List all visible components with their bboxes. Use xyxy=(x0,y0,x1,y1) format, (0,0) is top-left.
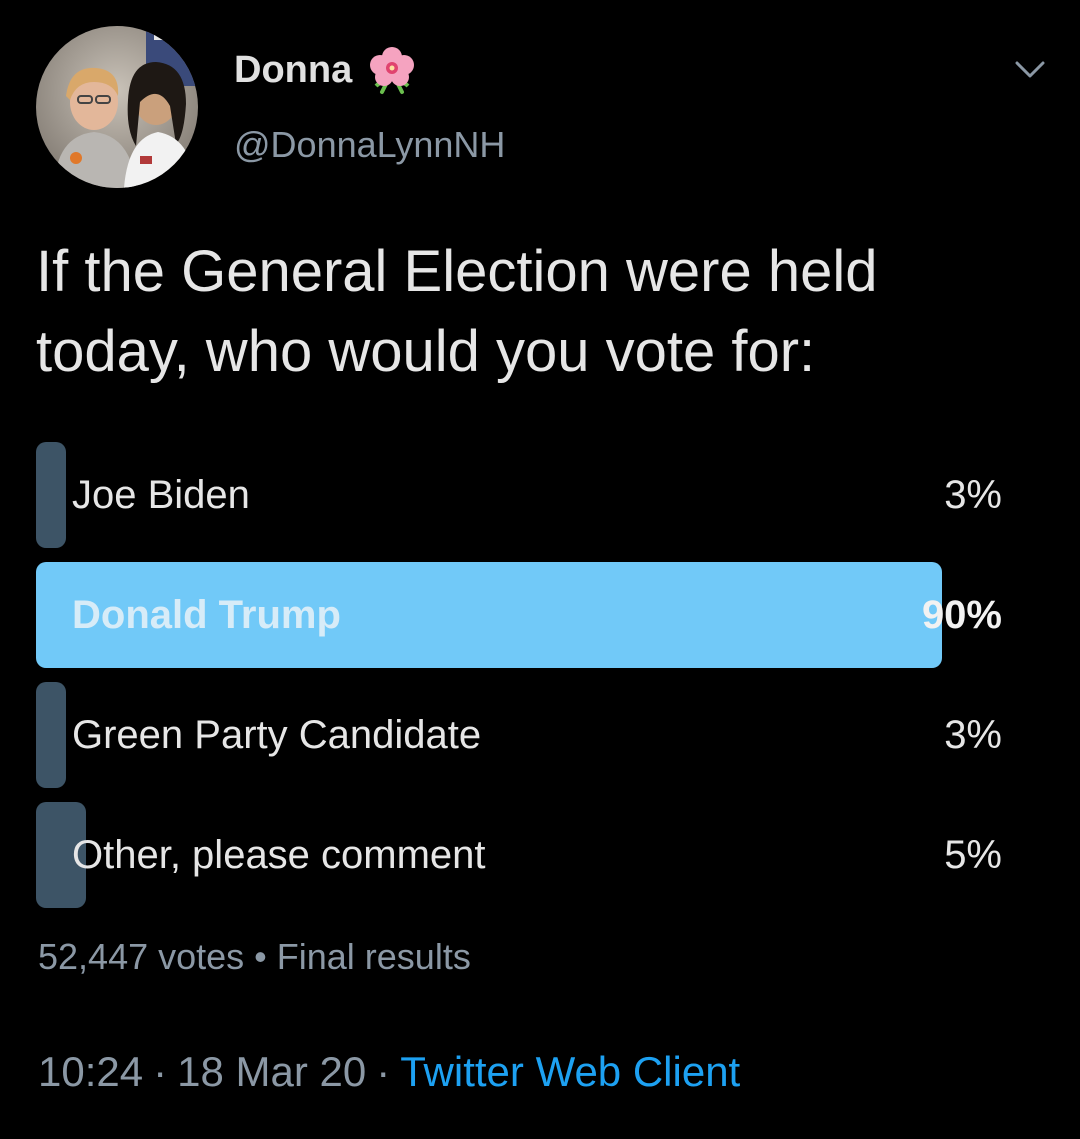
poll-option-green-party-candidate: Green Party Candidate 3% xyxy=(36,682,1002,788)
poll-option-other: Other, please comment 5% xyxy=(36,802,1002,908)
avatar-image xyxy=(36,26,198,188)
poll-option-label: Green Party Candidate xyxy=(72,713,482,757)
poll-summary: 52,447 votes • Final results xyxy=(38,936,471,978)
poll-status: Final results xyxy=(276,936,471,977)
display-name-row[interactable]: Donna xyxy=(234,44,418,96)
source-link[interactable]: Twitter Web Client xyxy=(400,1048,740,1095)
poll-option-label: Joe Biden xyxy=(72,473,250,517)
tweet-date[interactable]: 18 Mar 20 xyxy=(177,1048,366,1095)
poll-option-percent: 5% xyxy=(944,833,1002,877)
tweet-text: If the General Election were held today,… xyxy=(36,232,1036,392)
poll-result-bar xyxy=(36,682,66,788)
tweet-text-line: If the General Election were held xyxy=(36,239,878,304)
user-handle[interactable]: @DonnaLynnNH xyxy=(234,124,505,166)
poll-option-percent: 3% xyxy=(944,473,1002,517)
tweet-timestamp: 10:24 · 18 Mar 20 · Twitter Web Client xyxy=(38,1048,740,1096)
poll-option-percent: 90% xyxy=(921,593,1002,637)
poll-option-donald-trump: Donald Trump 90% xyxy=(36,562,1002,668)
poll-option-joe-biden: Joe Biden 3% xyxy=(36,442,1002,548)
poll-result-bar xyxy=(36,442,66,548)
tweet-time[interactable]: 10:24 xyxy=(38,1048,143,1095)
display-name[interactable]: Donna xyxy=(234,49,352,92)
poll-option-label: Donald Trump xyxy=(72,593,341,637)
tweet-text-line: today, who would you vote for: xyxy=(36,319,816,384)
poll-option-percent: 3% xyxy=(944,713,1002,757)
separator: · xyxy=(153,1048,168,1095)
avatar[interactable] xyxy=(36,26,198,188)
tweet: Donna @DonnaLynnNH If the General Electi… xyxy=(0,0,1080,1139)
poll-option-label: Other, please comment xyxy=(72,833,486,877)
poll-vote-count: 52,447 votes xyxy=(38,936,245,977)
chevron-down-icon xyxy=(1015,61,1045,78)
hibiscus-flower-icon xyxy=(366,44,418,96)
separator: · xyxy=(376,1048,391,1095)
separator: • xyxy=(254,936,267,977)
more-options-button[interactable] xyxy=(1008,52,1052,88)
